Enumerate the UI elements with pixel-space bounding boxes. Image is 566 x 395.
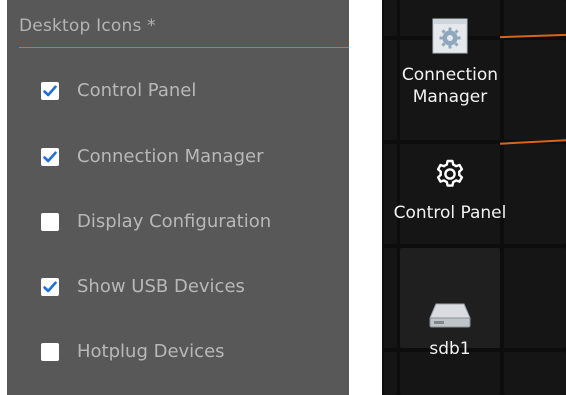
desktop-icon-label: Connection (401, 65, 499, 85)
section-divider (19, 47, 349, 48)
desktop-icon-label: Manager (412, 87, 488, 107)
desktop-icons-settings-panel: Desktop Icons * Control Panel Connection… (7, 0, 349, 395)
connection-manager-icon (432, 18, 468, 54)
checkmark-icon (43, 281, 57, 293)
wallpaper-tile (504, 0, 566, 36)
option-label: Hotplug Devices (77, 341, 225, 362)
option-label: Show USB Devices (77, 276, 245, 297)
wallpaper-tile (504, 248, 566, 348)
gear-icon (436, 159, 464, 187)
section-title: Desktop Icons * (19, 16, 156, 36)
desktop-icon-label: sdb1 (429, 339, 471, 359)
desktop-preview: Connection Manager Control Panel sdb1 (382, 0, 566, 395)
option-connection-manager[interactable]: Connection Manager (7, 137, 349, 177)
section-header: Desktop Icons * (7, 0, 349, 48)
desktop-icon-connection-manager[interactable]: Connection Manager (388, 18, 512, 108)
checkbox-show-usb-devices[interactable] (41, 278, 59, 296)
option-show-usb-devices[interactable]: Show USB Devices (7, 267, 349, 307)
option-display-configuration[interactable]: Display Configuration (7, 202, 349, 242)
checkbox-connection-manager[interactable] (41, 148, 59, 166)
option-label: Control Panel (77, 80, 197, 101)
wallpaper-tile (504, 40, 566, 140)
checkmark-icon (43, 151, 57, 163)
screenshot-root: Desktop Icons * Control Panel Connection… (0, 0, 566, 395)
checkbox-control-panel[interactable] (41, 82, 59, 100)
option-hotplug-devices[interactable]: Hotplug Devices (7, 332, 349, 372)
wallpaper-tile (504, 352, 566, 395)
desktop-icon-control-panel[interactable]: Control Panel (388, 158, 512, 224)
desktop-icon-sdb1[interactable]: sdb1 (400, 300, 500, 360)
checkmark-icon (43, 85, 57, 97)
wallpaper-tile (504, 144, 566, 244)
option-label: Display Configuration (77, 211, 272, 232)
desktop-icon-label: Control Panel (393, 203, 507, 223)
option-control-panel[interactable]: Control Panel (7, 71, 349, 111)
checkbox-display-configuration[interactable] (41, 213, 59, 231)
checkbox-hotplug-devices[interactable] (41, 343, 59, 361)
option-label: Connection Manager (77, 146, 264, 167)
drive-icon (429, 303, 471, 328)
wallpaper-tile (384, 352, 397, 395)
wallpaper-tile (384, 248, 397, 348)
